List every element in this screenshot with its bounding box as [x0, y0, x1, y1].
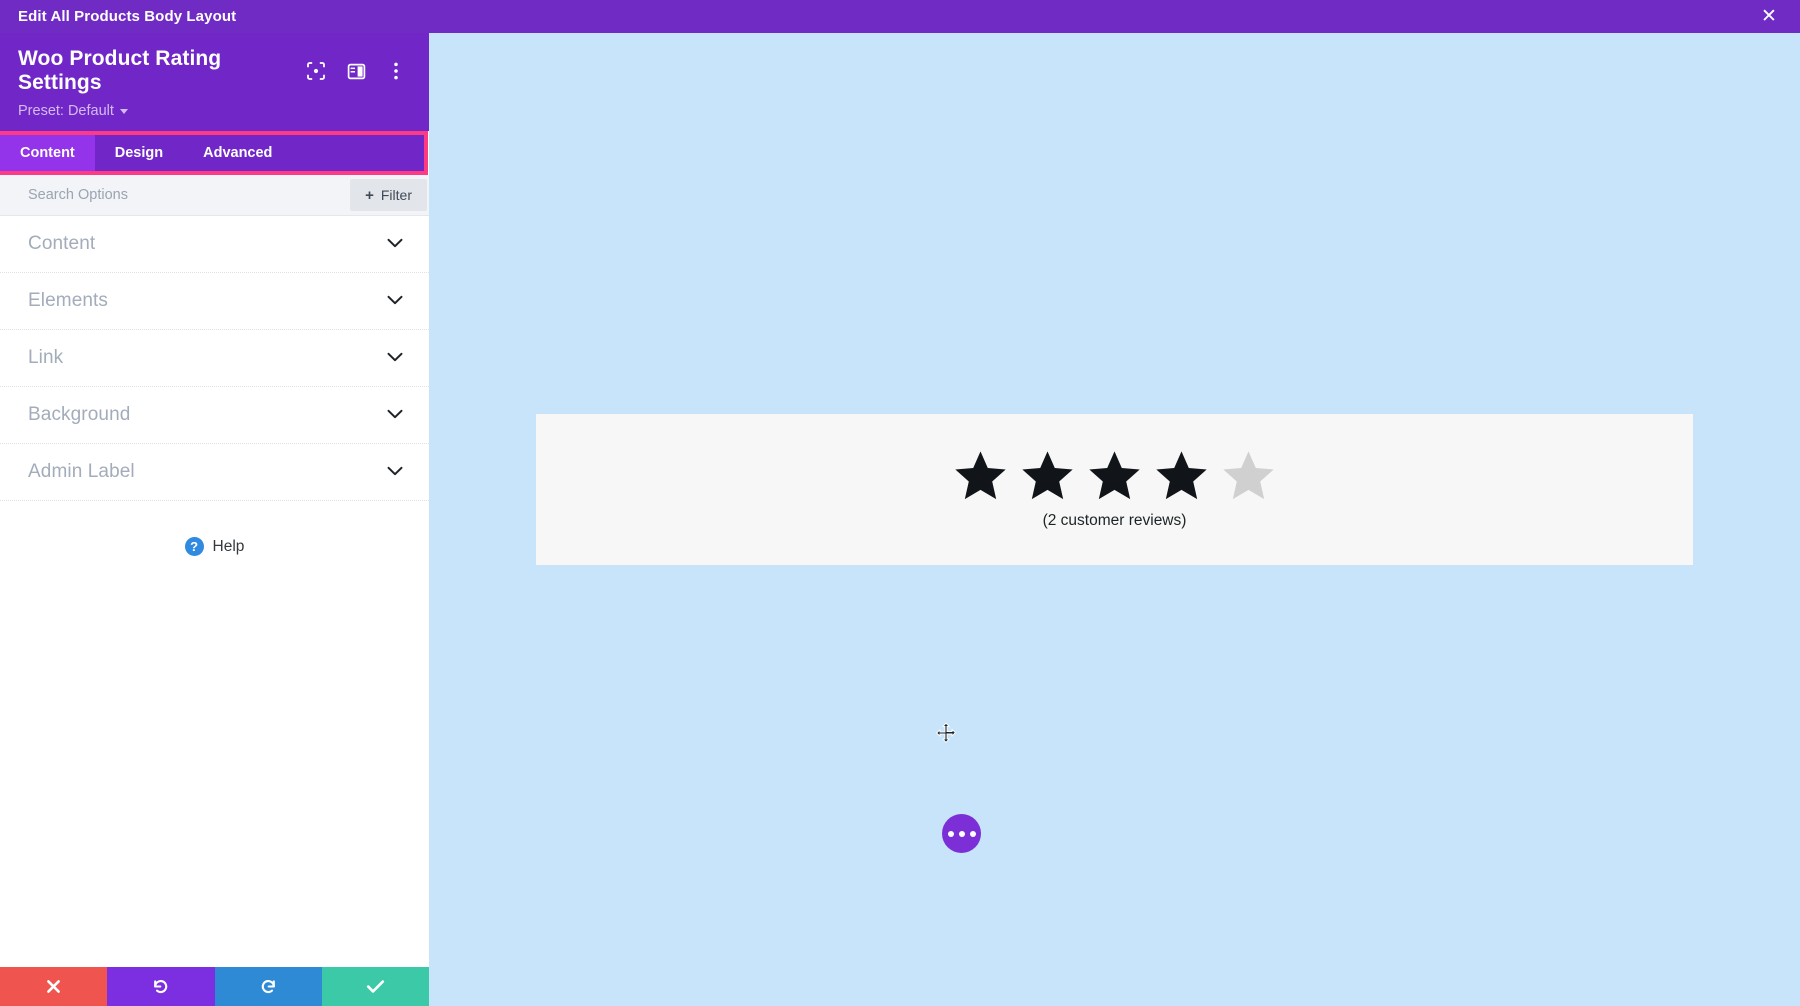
more-vertical-icon[interactable] [385, 60, 407, 82]
star-rating [954, 450, 1275, 501]
search-row: + Filter [0, 175, 429, 216]
section-link[interactable]: Link [0, 330, 429, 387]
help-label: Help [212, 537, 245, 555]
tab-advanced[interactable]: Advanced [183, 135, 292, 171]
section-label: Link [28, 347, 64, 368]
section-background[interactable]: Background [0, 387, 429, 444]
settings-panel-header: Woo Product Rating Settings Preset: Defa… [0, 33, 429, 131]
customer-reviews-label: (2 customer reviews) [1042, 511, 1187, 529]
move-cursor [935, 722, 957, 744]
tab-design[interactable]: Design [95, 135, 183, 171]
chevron-down-icon [387, 406, 403, 424]
preview-canvas[interactable]: (2 customer reviews) [429, 33, 1800, 1006]
fab-dot [947, 830, 954, 837]
fab-dot [958, 830, 965, 837]
panel-action-bar [0, 967, 429, 1006]
chevron-down-icon [387, 349, 403, 367]
chevron-down-icon [387, 235, 403, 253]
section-label: Background [28, 404, 131, 425]
star-empty-icon [1223, 450, 1274, 499]
tabbar-highlight-outline: Content Design Advanced [0, 131, 428, 175]
fab-dot [969, 830, 976, 837]
star-filled-icon [1156, 450, 1207, 499]
search-input[interactable] [28, 175, 351, 215]
redo-button[interactable] [214, 967, 322, 1006]
help-question-icon: ? [184, 537, 204, 556]
help-button[interactable]: ? Help [0, 501, 429, 556]
preset-label: Preset: Default [18, 103, 114, 119]
chevron-down-icon [387, 463, 403, 481]
settings-sections: Content Elements Link Background Admin L… [0, 216, 429, 501]
filter-button-label: Filter [380, 187, 412, 203]
settings-panel: Woo Product Rating Settings Preset: Defa… [0, 33, 429, 1006]
window-title: Edit All Products Body Layout [18, 8, 237, 25]
star-filled-icon [1089, 450, 1140, 499]
undo-button[interactable] [107, 967, 215, 1006]
chevron-down-icon [387, 292, 403, 310]
section-admin-label[interactable]: Admin Label [0, 444, 429, 501]
filter-button[interactable]: + Filter [350, 179, 427, 211]
section-content[interactable]: Content [0, 216, 429, 273]
focus-target-icon[interactable] [305, 60, 327, 82]
save-button[interactable] [321, 967, 429, 1006]
tabbar: Content Design Advanced [0, 135, 424, 171]
section-elements[interactable]: Elements [0, 273, 429, 330]
close-icon[interactable]: ✕ [1756, 4, 1782, 30]
more-options-fab[interactable] [942, 814, 981, 853]
section-label: Admin Label [28, 461, 135, 482]
panel-spacer [0, 556, 429, 967]
star-filled-icon [955, 450, 1006, 499]
tab-content[interactable]: Content [0, 135, 95, 171]
section-label: Elements [28, 290, 109, 311]
panel-layout-icon[interactable] [345, 60, 367, 82]
page-title: Woo Product Rating Settings [18, 47, 222, 94]
window-titlebar: Edit All Products Body Layout ✕ [0, 0, 1800, 33]
chevron-down-icon [119, 108, 128, 114]
plus-icon: + [365, 186, 374, 204]
woo-product-rating-module[interactable]: (2 customer reviews) [536, 414, 1693, 565]
section-label: Content [28, 233, 96, 254]
panel-header-icon-group [305, 60, 411, 82]
cancel-button[interactable] [0, 967, 108, 1006]
preset-dropdown[interactable]: Preset: Default [18, 103, 128, 119]
star-filled-icon [1022, 450, 1073, 499]
